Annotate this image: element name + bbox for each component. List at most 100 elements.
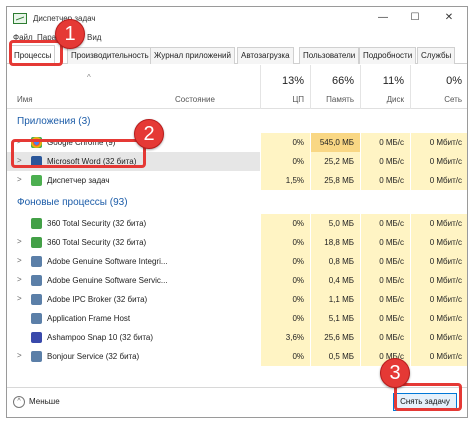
process-name: Adobe IPC Broker (32 бита) [47, 295, 148, 304]
expand-chevron-icon[interactable]: > [17, 175, 22, 184]
expand-chevron-icon[interactable]: > [17, 294, 22, 303]
cpu-cell: 3,6% [260, 328, 310, 347]
memory-cell: 25,6 МБ [310, 328, 360, 347]
process-name: Bonjour Service (32 бита) [47, 352, 140, 361]
background-process-row[interactable]: > Adobe IPC Broker (32 бита) 0% 1,1 МБ 0 МБ/… [7, 290, 467, 309]
memory-cell: 5,1 МБ [310, 309, 360, 328]
column-name[interactable]: Имя [17, 95, 33, 104]
network-cell: 0 Мбит/с [410, 171, 467, 190]
network-label: Сеть [444, 95, 462, 104]
maximize-button[interactable]: ☐ [399, 7, 431, 29]
cpu-total: 13% [281, 75, 304, 87]
shield-icon [31, 237, 42, 248]
network-cell: 0 Мбит/с [410, 252, 467, 271]
column-status[interactable]: Состояние [175, 95, 215, 104]
cpu-cell: 0% [260, 152, 310, 171]
tab-app-history[interactable]: Журнал приложений [150, 47, 235, 64]
tab-details[interactable]: Подробности [359, 47, 417, 64]
network-cell: 0 Мбит/с [410, 214, 467, 233]
cpu-label: ЦП [292, 95, 304, 104]
disk-cell: 0 МБ/с [360, 252, 410, 271]
group-title-background: Фоновые процессы (93) [17, 197, 128, 208]
highlight-processes-tab [9, 40, 63, 66]
column-network[interactable]: 0% Сеть [410, 65, 467, 109]
disk-cell: 0 МБ/с [360, 233, 410, 252]
group-title-apps: Приложения (3) [17, 116, 91, 127]
service-icon [31, 351, 42, 362]
cpu-cell: 1,5% [260, 171, 310, 190]
menu-view[interactable]: Вид [87, 33, 101, 42]
service-icon [31, 275, 42, 286]
service-icon [31, 294, 42, 305]
memory-cell: 25,8 МБ [310, 171, 360, 190]
cpu-cell: 0% [260, 271, 310, 290]
close-button[interactable]: ✕ [433, 7, 465, 29]
cpu-cell: 0% [260, 133, 310, 152]
network-cell: 0 Мбит/с [410, 271, 467, 290]
step-badge-3: 3 [380, 358, 410, 388]
cpu-cell: 0% [260, 252, 310, 271]
highlight-word-row [11, 139, 146, 168]
chevron-up-icon: ^ [13, 396, 25, 408]
step-badge-2: 2 [134, 119, 164, 149]
process-name: 360 Total Security (32 бита) [47, 238, 147, 247]
memory-cell: 0,5 МБ [310, 347, 360, 366]
process-name: Adobe Genuine Software Integri... [47, 257, 168, 266]
cpu-cell: 0% [260, 214, 310, 233]
cpu-cell: 0% [260, 309, 310, 328]
step-badge-1: 1 [55, 19, 85, 49]
memory-cell: 5,0 МБ [310, 214, 360, 233]
network-cell: 0 Мбит/с [410, 233, 467, 252]
task-manager-window: Диспетчер задач — ☐ ✕ Файл Параметры Вид… [6, 6, 468, 418]
highlight-end-task-button [394, 383, 462, 411]
service-icon [31, 256, 42, 267]
memory-cell: 18,8 МБ [310, 233, 360, 252]
network-cell: 0 Мбит/с [410, 133, 467, 152]
expand-chevron-icon[interactable]: > [17, 256, 22, 265]
fewer-details-label: Меньше [29, 397, 60, 406]
memory-cell: 1,1 МБ [310, 290, 360, 309]
memory-cell: 0,8 МБ [310, 252, 360, 271]
column-header: ^ Имя Состояние 13% ЦП 66% Память 11% Ди… [7, 65, 467, 109]
sort-caret-icon: ^ [87, 73, 91, 82]
background-process-row[interactable]: > Adobe Genuine Software Integri... 0% 0,8 … [7, 252, 467, 271]
background-process-row[interactable]: >360 Total Security (32 бита) 0% 18,8 МБ 0 … [7, 233, 467, 252]
task-manager-app-icon [13, 13, 27, 24]
column-memory[interactable]: 66% Память [310, 65, 360, 109]
app-row[interactable]: > Диспетчер задач 1,5% 25,8 МБ 0 МБ/с 0 Мбит/… [7, 171, 467, 190]
disk-cell: 0 МБ/с [360, 152, 410, 171]
disk-cell: 0 МБ/с [360, 214, 410, 233]
tab-services[interactable]: Службы [417, 47, 456, 64]
group-background: Фоновые процессы (93) [7, 190, 467, 214]
expand-chevron-icon[interactable]: > [17, 351, 22, 360]
disk-label: Диск [386, 95, 404, 104]
expand-chevron-icon[interactable]: > [17, 275, 22, 284]
tab-performance[interactable]: Производительность [67, 47, 153, 64]
disk-cell: 0 МБ/с [360, 328, 410, 347]
network-cell: 0 Мбит/с [410, 328, 467, 347]
disk-cell: 0 МБ/с [360, 271, 410, 290]
background-process-row[interactable]: Application Frame Host 0% 5,1 МБ 0 МБ/с 0 Мб… [7, 309, 467, 328]
background-process-row[interactable]: 360 Total Security (32 бита) 0% 5,0 МБ 0 МБ… [7, 214, 467, 233]
cpu-cell: 0% [260, 290, 310, 309]
disk-cell: 0 МБ/с [360, 290, 410, 309]
expand-chevron-icon[interactable]: > [17, 237, 22, 246]
network-cell: 0 Мбит/с [410, 347, 467, 366]
column-cpu[interactable]: 13% ЦП [260, 65, 310, 109]
disk-total: 11% [382, 75, 404, 87]
memory-total: 66% [331, 75, 354, 87]
group-apps: Приложения (3) [7, 109, 467, 133]
process-name: Adobe Genuine Software Servic... [47, 276, 168, 285]
tab-startup[interactable]: Автозагрузка [237, 47, 294, 64]
service-icon [31, 313, 42, 324]
background-process-row[interactable]: > Adobe Genuine Software Servic... 0% 0,4 М… [7, 271, 467, 290]
minimize-button[interactable]: — [367, 7, 399, 29]
network-cell: 0 Мбит/с [410, 290, 467, 309]
tab-bar: Процессы Производительность Журнал прило… [7, 45, 467, 65]
tab-users[interactable]: Пользователи [299, 47, 360, 64]
background-process-row[interactable]: Ashampoo Snap 10 (32 бита) 3,6% 25,6 МБ 0 М… [7, 328, 467, 347]
column-disk[interactable]: 11% Диск [360, 65, 410, 109]
snap-icon [31, 332, 42, 343]
memory-cell: 545,0 МБ [310, 133, 360, 152]
process-name: 360 Total Security (32 бита) [47, 219, 147, 228]
